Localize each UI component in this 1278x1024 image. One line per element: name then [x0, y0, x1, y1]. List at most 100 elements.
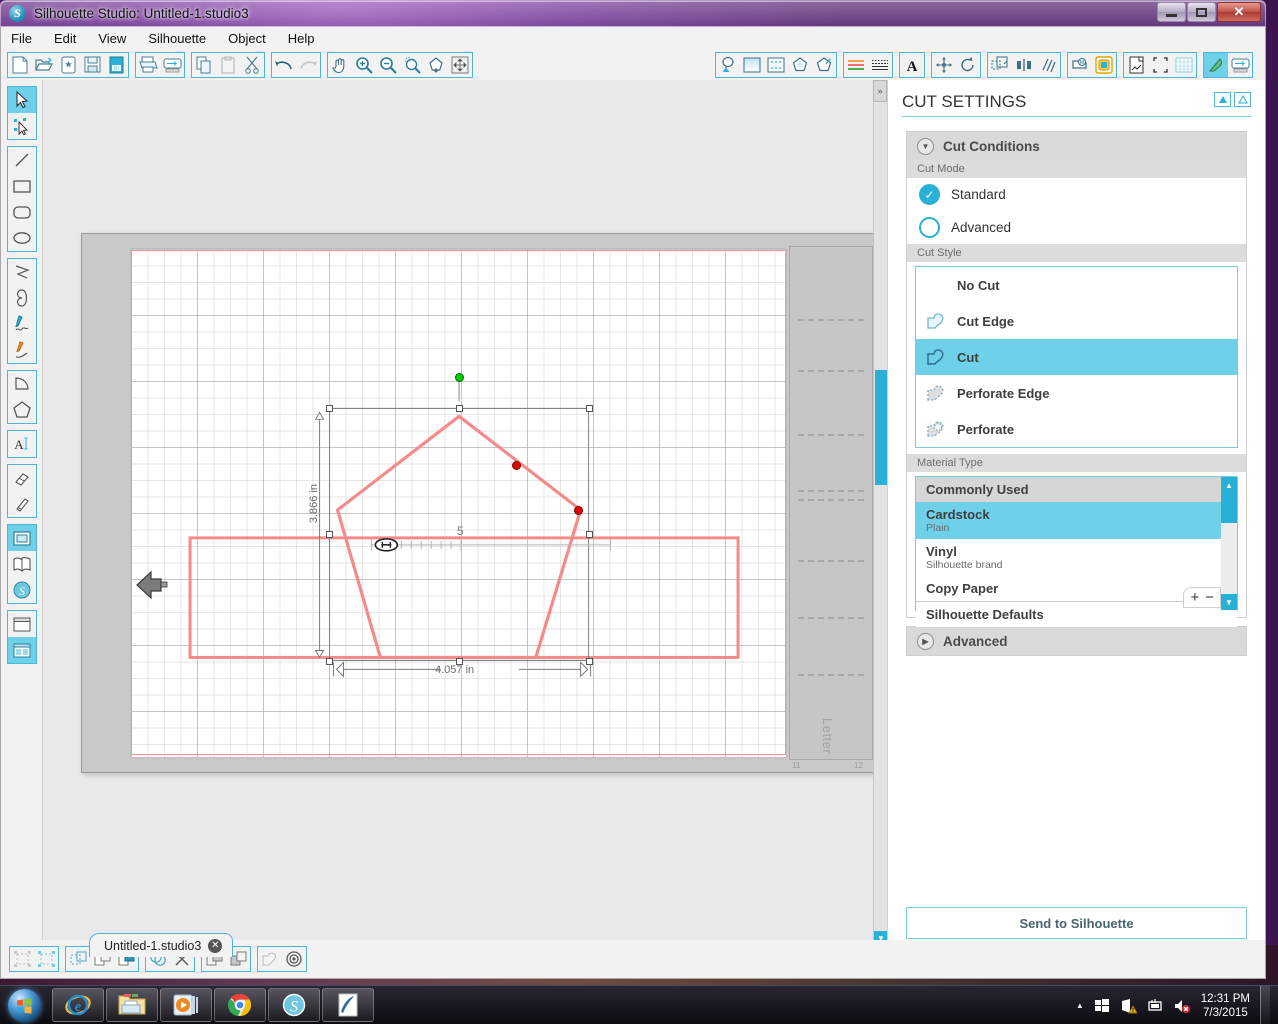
color-lines-icon[interactable] — [844, 53, 868, 77]
radio-checked-icon[interactable]: ✓ — [919, 184, 940, 205]
panel-expand-button[interactable] — [1214, 92, 1231, 107]
group-icon[interactable] — [10, 947, 34, 971]
cut-mode-option-standard[interactable]: ✓ Standard — [907, 178, 1246, 211]
node-point-1[interactable] — [512, 461, 521, 470]
menu-file[interactable]: File — [11, 31, 32, 46]
dashed-lines-icon[interactable] — [868, 53, 892, 77]
internet-explorer-taskbar-icon[interactable]: e — [52, 988, 104, 1022]
menu-object[interactable]: Object — [228, 31, 266, 46]
new-from-library-button[interactable] — [56, 53, 80, 77]
action-center-tray-icon[interactable] — [1147, 998, 1163, 1014]
material-scroll-up-button[interactable]: ▲ — [1221, 477, 1237, 493]
silhouette-store-icon[interactable]: S — [8, 577, 36, 603]
close-icon[interactable]: ✕ — [208, 938, 223, 953]
concentric-circles-icon[interactable] — [282, 947, 306, 971]
cut-style-option-cut[interactable]: Cut — [916, 339, 1237, 375]
outline-shape-icon[interactable] — [788, 53, 812, 77]
design-page-icon[interactable] — [7, 525, 36, 551]
print-button[interactable] — [136, 53, 160, 77]
rounded-rectangle-icon[interactable] — [8, 199, 36, 225]
select-tool[interactable] — [7, 87, 36, 113]
offset-square-icon[interactable] — [1092, 53, 1116, 77]
registration-mark-icon[interactable] — [1148, 53, 1172, 77]
vertical-scroll-thumb[interactable] — [875, 370, 887, 485]
grid-icon[interactable] — [1172, 53, 1196, 77]
taskbar-clock[interactable]: 12:31 PM 7/3/2015 — [1201, 992, 1250, 1020]
pattern-square-icon[interactable] — [764, 53, 788, 77]
menu-help[interactable]: Help — [288, 31, 315, 46]
replicate-icon[interactable] — [1036, 53, 1060, 77]
knife-icon[interactable] — [8, 491, 36, 517]
zoom-region-button[interactable] — [424, 53, 448, 77]
chevron-down-icon[interactable]: ▼ — [917, 137, 934, 155]
cut-conditions-header[interactable]: ▼ Cut Conditions — [907, 132, 1246, 160]
compound-path-icon[interactable] — [66, 947, 90, 971]
selection-handle-br[interactable] — [586, 658, 593, 665]
zoom-out-button[interactable] — [376, 53, 400, 77]
file-explorer-taskbar-icon[interactable] — [106, 988, 158, 1022]
windows-flag-tray-icon[interactable] — [1094, 998, 1110, 1014]
open-button[interactable] — [32, 53, 56, 77]
modify-shape-icon[interactable]: M — [1068, 53, 1092, 77]
cut-style-option-perforate[interactable]: Perforate — [916, 411, 1237, 447]
material-type-list[interactable]: Commonly Used Cardstock Plain Vinyl Silh… — [915, 476, 1238, 627]
material-item-cardstock[interactable]: Cardstock Plain — [916, 502, 1237, 539]
panel-expand-chevrons[interactable]: » — [873, 80, 887, 102]
release-shape-icon[interactable] — [258, 947, 282, 971]
split-panel-icon[interactable] — [7, 637, 36, 663]
radio-unchecked-icon[interactable] — [919, 217, 940, 238]
cut-mode-option-advanced[interactable]: Advanced — [907, 211, 1246, 244]
menu-view[interactable]: View — [98, 31, 126, 46]
gradient-square-icon[interactable] — [740, 53, 764, 77]
save-button[interactable] — [80, 53, 104, 77]
save-as-id-button[interactable]: iD — [104, 53, 128, 77]
material-group-commonly-used[interactable]: Commonly Used — [916, 477, 1237, 502]
page-setup-icon[interactable] — [1124, 53, 1148, 77]
edit-points-icon[interactable] — [8, 113, 36, 139]
cut-style-option-perforate-edge[interactable]: Perforate Edge — [916, 375, 1237, 411]
material-list-scrollbar[interactable]: ▲ ▼ — [1221, 477, 1237, 610]
ungroup-icon[interactable] — [34, 947, 58, 971]
text-a-icon[interactable]: A — [8, 431, 36, 457]
menu-edit[interactable]: Edit — [54, 31, 76, 46]
selection-handle-mr[interactable] — [586, 531, 593, 538]
smooth-freehand-icon[interactable] — [8, 337, 36, 363]
canvas-wrapper[interactable]: Letter 11 12 3.866 in 4.057 in 5 ▼ Untit… — [43, 80, 887, 979]
material-item-vinyl[interactable]: Vinyl Silhouette brand — [916, 539, 1237, 576]
paint-bucket-icon[interactable] — [716, 53, 740, 77]
chevron-right-icon[interactable]: ▶ — [917, 632, 934, 650]
show-desktop-button[interactable] — [1260, 986, 1270, 1024]
single-panel-icon[interactable] — [8, 611, 36, 637]
line-icon[interactable] — [8, 147, 36, 173]
selection-handle-tr[interactable] — [586, 405, 593, 412]
polyline-icon[interactable] — [8, 259, 36, 285]
design-canvas[interactable]: Letter 11 12 3.866 in 4.057 in 5 — [43, 80, 876, 945]
selection-handle-tl[interactable] — [326, 405, 333, 412]
rectangle-icon[interactable] — [8, 173, 36, 199]
selection-handle-ml[interactable] — [326, 531, 333, 538]
material-scroll-thumb[interactable] — [1221, 493, 1237, 523]
advanced-header[interactable]: ▶ Advanced — [907, 627, 1246, 655]
google-chrome-taskbar-icon[interactable] — [214, 988, 266, 1022]
network-warning-tray-icon[interactable] — [1120, 998, 1137, 1014]
rotate-arrow-icon[interactable] — [956, 53, 980, 77]
remove-material-button[interactable]: − — [1205, 589, 1214, 606]
volume-muted-tray-icon[interactable] — [1173, 998, 1191, 1014]
start-button[interactable] — [2, 987, 46, 1023]
line-style-shape-icon[interactable] — [812, 53, 836, 77]
cut-style-option-cut-edge[interactable]: Cut Edge — [916, 303, 1237, 339]
align-icon[interactable] — [1012, 53, 1036, 77]
menu-silhouette[interactable]: Silhouette — [148, 31, 206, 46]
pan-button[interactable] — [328, 53, 352, 77]
pentagon-icon[interactable] — [8, 397, 36, 423]
print-preview-button[interactable] — [160, 53, 184, 77]
minimize-button[interactable] — [1157, 2, 1186, 22]
fit-to-window-button[interactable] — [448, 53, 472, 77]
copy-button[interactable] — [192, 53, 216, 77]
cut-button[interactable] — [240, 53, 264, 77]
media-player-taskbar-icon[interactable] — [160, 988, 212, 1022]
redo-button[interactable] — [296, 53, 320, 77]
writer-feather-taskbar-icon[interactable] — [322, 988, 374, 1022]
ellipse-icon[interactable] — [8, 225, 36, 251]
freehand-pen-icon[interactable] — [8, 311, 36, 337]
